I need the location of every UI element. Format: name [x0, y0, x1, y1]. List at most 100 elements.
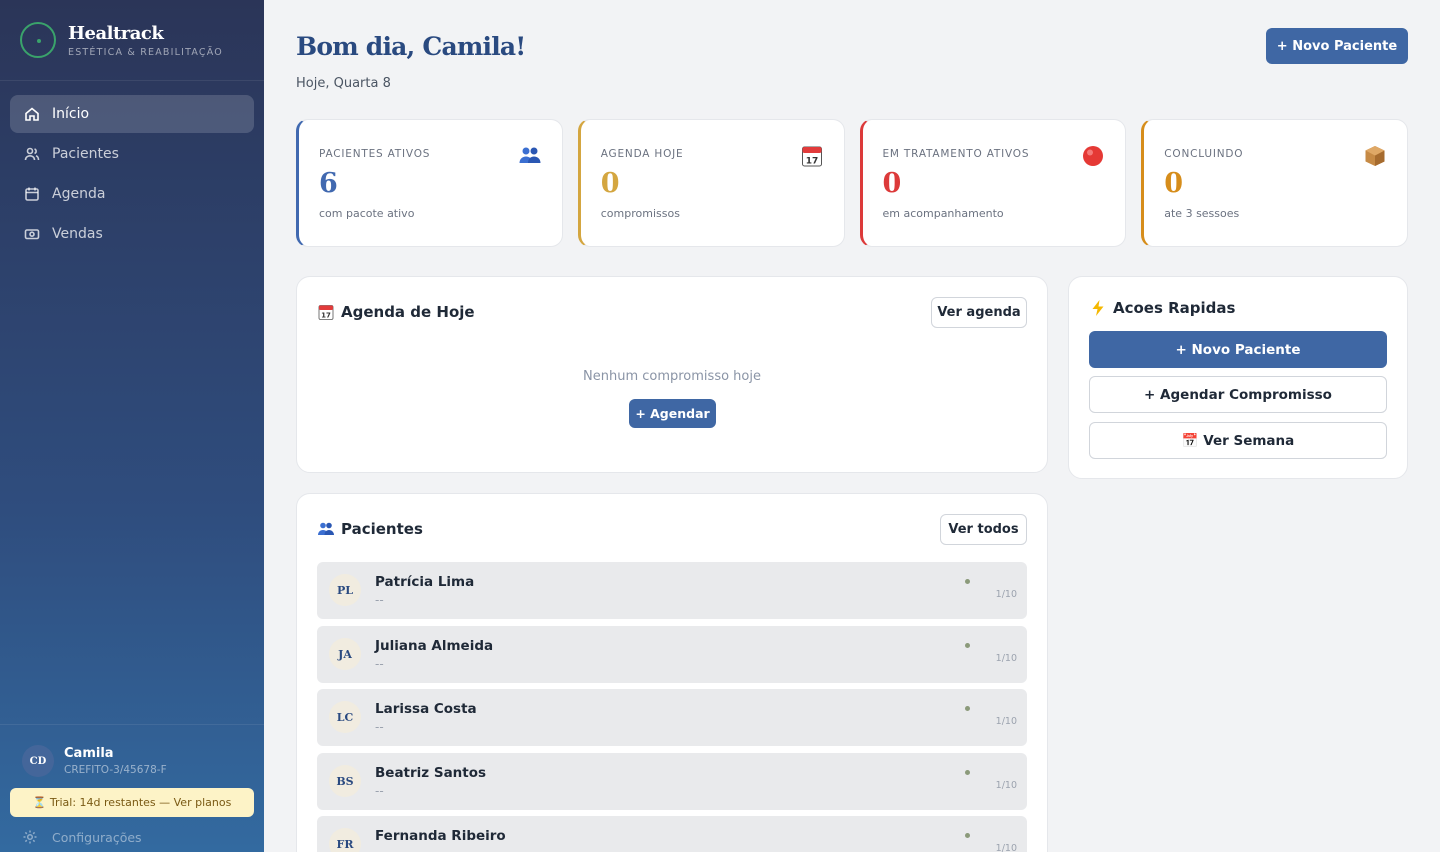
sidebar-item-label: Vendas — [52, 226, 103, 242]
schedule-button[interactable]: + Agendar — [629, 399, 716, 428]
users-icon — [317, 520, 335, 538]
trial-banner[interactable]: ⏳ Trial: 14d restantes — Ver planos — [10, 788, 254, 817]
patients-title: Pacientes — [317, 520, 423, 538]
stat-card-concluindo: CONCLUINDO 0 ate 3 sessoes — [1141, 119, 1408, 247]
stat-label: EM TRATAMENTO ATIVOS — [882, 148, 1030, 160]
avatar: JA — [329, 638, 361, 670]
patient-subtitle: -- — [375, 593, 384, 607]
brand-subtitle: ESTÉTICA & REABILITAÇÃO — [68, 46, 223, 58]
session-count: 1/10 — [995, 589, 1017, 600]
user-profile[interactable]: CD Camila CREFITO-3/45678-F — [0, 725, 264, 777]
patient-name: Fernanda Ribeiro — [375, 828, 506, 844]
brand-name: Healtrack — [68, 22, 164, 44]
page-title: Bom dia, Camila! — [296, 32, 526, 61]
view-agenda-button[interactable]: Ver agenda — [931, 297, 1027, 328]
agenda-title-label: Agenda de Hoje — [341, 303, 475, 321]
quick-actions-card: Acoes Rapidas + Novo Paciente + Agendar … — [1068, 276, 1408, 479]
session-count: 1/10 — [995, 716, 1017, 727]
new-patient-button[interactable]: + Novo Paciente — [1266, 28, 1408, 64]
lightning-icon — [1089, 299, 1107, 317]
stat-value: 0 — [1164, 168, 1184, 199]
sidebar-item-vendas[interactable]: Vendas — [10, 215, 254, 253]
view-all-patients-button[interactable]: Ver todos — [940, 514, 1027, 545]
svg-text:17: 17 — [805, 157, 818, 167]
sidebar-item-agenda[interactable]: Agenda — [10, 175, 254, 213]
stats-row: PACIENTES ATIVOS 6 com pacote ativo AGEN… — [296, 119, 1408, 247]
list-item[interactable]: FR Fernanda Ribeiro -- 1/10 — [317, 816, 1027, 852]
patient-name: Larissa Costa — [375, 701, 477, 717]
users-icon — [24, 146, 40, 162]
avatar: PL — [329, 574, 361, 606]
status-dot — [965, 579, 970, 584]
session-count: 1/10 — [995, 653, 1017, 664]
brand: Healtrack ESTÉTICA & REABILITAÇÃO — [0, 0, 264, 81]
avatar: LC — [329, 701, 361, 733]
patients-title-label: Pacientes — [341, 520, 423, 538]
settings-label: Configurações — [52, 829, 142, 845]
main-content: Bom dia, Camila! Hoje, Quarta 8 + Novo P… — [264, 0, 1440, 852]
sidebar: Healtrack ESTÉTICA & REABILITAÇÃO Início… — [0, 0, 264, 852]
empty-state-text: Nenhum compromisso hoje — [583, 369, 761, 384]
agenda-title: 17 Agenda de Hoje — [317, 303, 475, 321]
svg-text:17: 17 — [321, 312, 331, 320]
settings-link[interactable]: Configurações — [0, 829, 264, 845]
avatar: CD — [22, 745, 54, 777]
home-icon — [24, 106, 40, 122]
patient-subtitle: -- — [375, 720, 384, 734]
red-circle-icon — [1081, 144, 1105, 168]
sidebar-item-label: Pacientes — [52, 146, 119, 162]
stat-value: 6 — [319, 168, 338, 199]
patient-subtitle: -- — [375, 784, 384, 798]
avatar: FR — [329, 828, 361, 852]
current-date: Hoje, Quarta 8 — [296, 76, 391, 91]
stat-subtitle: em acompanhamento — [882, 207, 1004, 220]
stat-card-em-tratamento: EM TRATAMENTO ATIVOS 0 em acompanhamento — [859, 119, 1127, 247]
status-dot — [965, 643, 970, 648]
list-item[interactable]: BS Beatriz Santos -- 1/10 — [317, 753, 1027, 810]
gear-icon — [23, 830, 37, 844]
quick-new-patient-button[interactable]: + Novo Paciente — [1089, 331, 1387, 368]
sidebar-nav: Início Pacientes Agenda Vendas — [0, 81, 264, 269]
list-item[interactable]: LC Larissa Costa -- 1/10 — [317, 689, 1027, 746]
quick-schedule-button[interactable]: + Agendar Compromisso — [1089, 376, 1387, 413]
stat-value: 0 — [600, 168, 620, 199]
status-dot — [965, 833, 970, 838]
users-icon — [518, 144, 542, 168]
stat-subtitle: ate 3 sessoes — [1164, 207, 1240, 220]
patient-name: Juliana Almeida — [375, 638, 494, 654]
patient-subtitle: -- — [375, 847, 384, 852]
brand-logo-icon — [20, 22, 56, 58]
package-icon — [1363, 144, 1387, 168]
patients-card: Pacientes Ver todos PL Patrícia Lima -- … — [296, 493, 1048, 852]
sidebar-item-inicio[interactable]: Início — [10, 95, 254, 133]
patient-name: Beatriz Santos — [375, 765, 487, 781]
avatar: BS — [329, 765, 361, 797]
stat-subtitle: compromissos — [600, 207, 680, 220]
calendar-icon — [24, 186, 40, 202]
sidebar-item-label: Agenda — [52, 186, 106, 202]
patient-subtitle: -- — [375, 657, 384, 671]
list-item[interactable]: JA Juliana Almeida -- 1/10 — [317, 626, 1027, 683]
quick-actions-title: Acoes Rapidas — [1089, 299, 1235, 317]
stat-value: 0 — [882, 168, 902, 199]
calendar-icon: 17 — [317, 303, 335, 321]
cash-icon — [24, 226, 40, 242]
list-item[interactable]: PL Patrícia Lima -- 1/10 — [317, 562, 1027, 619]
sidebar-footer: CD Camila CREFITO-3/45678-F ⏳ Trial: 14d… — [0, 724, 264, 852]
stat-label: AGENDA HOJE — [600, 148, 684, 160]
user-name: Camila — [64, 746, 114, 761]
stat-label: PACIENTES ATIVOS — [319, 148, 431, 160]
quick-view-week-button[interactable]: 📅 Ver Semana — [1089, 422, 1387, 459]
stat-card-pacientes-ativos: PACIENTES ATIVOS 6 com pacote ativo — [296, 119, 563, 247]
stat-card-agenda-hoje: AGENDA HOJE 0 compromissos 17 — [577, 119, 845, 247]
status-dot — [965, 770, 970, 775]
user-registration: CREFITO-3/45678-F — [64, 764, 167, 776]
agenda-card: 17 Agenda de Hoje Ver agenda Nenhum comp… — [296, 276, 1048, 473]
stat-subtitle: com pacote ativo — [319, 207, 415, 220]
session-count: 1/10 — [995, 780, 1017, 791]
sidebar-item-pacientes[interactable]: Pacientes — [10, 135, 254, 173]
sidebar-item-label: Início — [52, 106, 90, 122]
status-dot — [965, 706, 970, 711]
session-count: 1/10 — [995, 843, 1017, 852]
calendar-icon: 17 — [800, 144, 824, 168]
